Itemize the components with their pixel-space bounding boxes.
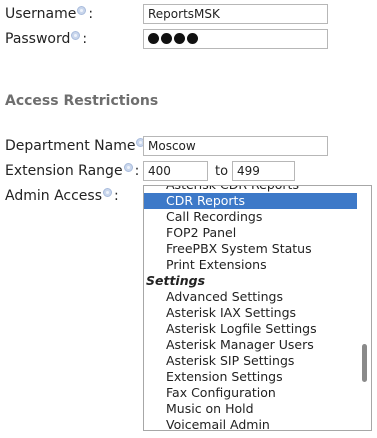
extension-to-label: to: [215, 164, 229, 179]
list-option[interactable]: Asterisk Manager Users: [144, 337, 357, 353]
list-option[interactable]: Extension Settings: [144, 369, 357, 385]
list-option[interactable]: FOP2 Panel: [144, 225, 357, 241]
list-option[interactable]: Call Recordings: [144, 209, 357, 225]
department-input[interactable]: Moscow: [143, 136, 328, 156]
password-input[interactable]: [143, 29, 328, 49]
admin-access-colon: :: [114, 188, 119, 204]
password-dot: [161, 33, 172, 44]
extension-from-input[interactable]: 400: [143, 161, 208, 181]
optgroup-label: Settings: [146, 273, 206, 288]
username-label-row: Username:: [5, 6, 93, 23]
list-option[interactable]: Fax Configuration: [144, 385, 357, 401]
admin-access-listbox[interactable]: Asterisk CDR ReportsCDR ReportsCall Reco…: [143, 185, 372, 431]
password-label: Password: [5, 31, 71, 47]
password-mask: [148, 33, 198, 44]
admin-access-label-row: Admin Access:: [5, 188, 119, 205]
list-option[interactable]: Voicemail Admin: [144, 417, 357, 430]
department-label: Department Name: [5, 138, 136, 154]
help-icon[interactable]: [103, 188, 112, 197]
password-dot: [174, 33, 185, 44]
list-option[interactable]: Asterisk Logfile Settings: [144, 321, 357, 337]
username-label: Username: [5, 6, 77, 22]
help-icon[interactable]: [71, 31, 81, 40]
list-option[interactable]: CDR Reports: [144, 193, 357, 209]
scrollbar-thumb[interactable]: [362, 344, 367, 382]
department-label-row: Department Name:: [5, 138, 152, 155]
listbox-scrollbar[interactable]: [358, 186, 371, 430]
admin-access-options: Asterisk CDR ReportsCDR ReportsCall Reco…: [144, 186, 357, 430]
extension-to-input[interactable]: 499: [232, 161, 295, 181]
username-colon: :: [88, 6, 94, 22]
extension-range-colon: :: [134, 163, 140, 179]
list-option[interactable]: Asterisk CDR Reports: [144, 186, 357, 193]
admin-access-label: Admin Access: [5, 188, 102, 204]
password-label-row: Password:: [5, 31, 87, 48]
list-option[interactable]: Asterisk SIP Settings: [144, 353, 357, 369]
extension-range-label: Extension Range: [5, 163, 123, 179]
list-option[interactable]: Music on Hold: [144, 401, 357, 417]
username-input[interactable]: ReportsMSK: [143, 4, 328, 24]
password-dot: [187, 33, 198, 44]
extension-range-label-row: Extension Range:: [5, 163, 139, 180]
help-icon[interactable]: [77, 6, 87, 15]
list-option[interactable]: Asterisk IAX Settings: [144, 305, 357, 321]
help-icon[interactable]: [123, 163, 133, 172]
list-option[interactable]: FreePBX System Status: [144, 241, 357, 257]
list-option[interactable]: Print Extensions: [144, 257, 357, 273]
section-title-access-restrictions: Access Restrictions: [5, 93, 159, 109]
password-colon: :: [82, 31, 88, 47]
list-option[interactable]: Advanced Settings: [144, 289, 357, 305]
password-dot: [148, 33, 159, 44]
